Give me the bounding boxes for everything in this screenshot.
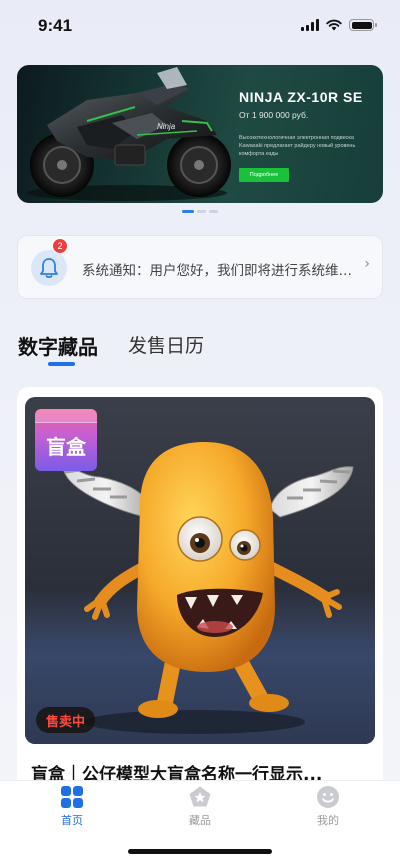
tab-digital-collectibles[interactable]: 数字藏品 [18, 331, 98, 360]
pagination-dot[interactable] [197, 210, 206, 213]
active-tab-indicator [48, 362, 75, 366]
bell-icon-container [31, 250, 67, 286]
battery-icon [349, 19, 377, 31]
tabbar-item-collection[interactable]: 藏品 [170, 785, 230, 828]
smile-icon [317, 786, 339, 808]
tab-release-calendar[interactable]: 发售日历 [128, 331, 204, 358]
grid-icon [61, 786, 83, 808]
tabbar-label-home: 首页 [61, 814, 83, 827]
banner-price: От 1 900 000 руб. [239, 110, 309, 120]
status-icons [301, 19, 377, 31]
status-bar: 9:41 [0, 0, 400, 54]
home-indicator [128, 849, 272, 854]
banner-details-button[interactable]: Подробнее [239, 168, 289, 182]
tabbar-item-profile[interactable]: 我的 [298, 785, 358, 828]
bell-icon [40, 258, 58, 279]
notification-count-badge: 2 [52, 238, 68, 254]
product-image: 盲盒 售卖中 [25, 397, 375, 744]
sale-status-badge: 售卖中 [36, 707, 96, 733]
product-card[interactable]: 盲盒 售卖中 盲盒｜公仔模型大盲盒名称一行显示... [17, 387, 383, 807]
cellular-signal-icon [301, 19, 319, 31]
tabbar-label-collection: 藏品 [189, 814, 211, 827]
motorcycle-image: Ninja [27, 67, 231, 201]
blind-box-tag: 盲盒 [35, 409, 97, 471]
banner-title: NINJA ZX-10R SE [239, 89, 363, 105]
blind-box-label: 盲盒 [46, 435, 86, 459]
wifi-icon [326, 19, 342, 31]
tabbar-label-profile: 我的 [317, 814, 339, 827]
system-notice-bar[interactable]: 2 系统通知：用户您好，我们即将进行系统维护升级 › [17, 235, 383, 299]
notice-text: 系统通知：用户您好，我们即将进行系统维护升级 [82, 263, 354, 279]
banner-pagination[interactable] [0, 210, 400, 213]
pagination-dot[interactable] [209, 210, 218, 213]
tabbar-item-home[interactable]: 首页 [42, 785, 102, 828]
chevron-right-icon: › [364, 256, 370, 272]
banner-description: Высокотехнологичная электронная подвеска… [239, 135, 356, 157]
pagination-dot-active[interactable] [182, 210, 194, 213]
status-time: 9:41 [38, 16, 73, 35]
promo-banner[interactable]: Ninja NINJA ZX-10R SE От 1 900 000 руб. … [17, 65, 383, 203]
pentagon-star-icon [189, 786, 211, 807]
moto-brand-label: Ninja [157, 122, 176, 131]
